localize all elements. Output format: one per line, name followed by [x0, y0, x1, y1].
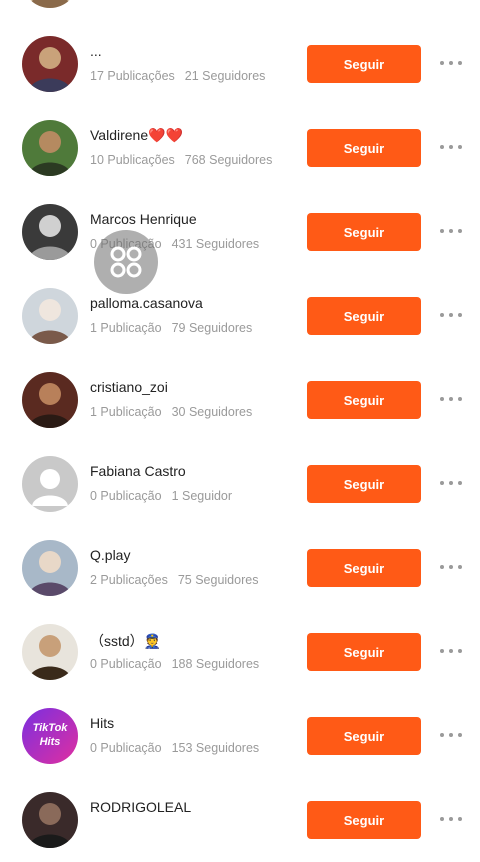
follow-button[interactable]: Seguir [307, 213, 421, 251]
follow-button[interactable]: Seguir [307, 129, 421, 167]
post-count: 2 Publicações [90, 573, 168, 587]
follower-count: 188 Seguidores [171, 657, 260, 671]
post-count: 1 Publicação [90, 321, 162, 335]
user-stats: 0 Publicação 153 Seguidores [90, 741, 259, 755]
user-row[interactable]: Fabiana Castro 0 Publicação 1 Seguidor Segu… [0, 442, 480, 526]
user-row[interactable]: palloma.casanova 1 Publicação 79 Seguidore… [0, 274, 480, 358]
user-stats: 17 Publicações 21 Seguidores [90, 69, 265, 83]
follow-button[interactable]: Seguir [307, 381, 421, 419]
user-stats: 2 Publicações 75 Seguidores [90, 573, 258, 587]
follow-button[interactable]: Seguir [307, 297, 421, 335]
avatar[interactable]: TikTok Hits [22, 708, 78, 764]
follow-button[interactable]: Seguir [307, 465, 421, 503]
post-count: 0 Publicação [90, 741, 162, 755]
user-name[interactable]: （sstd）👮 [90, 631, 161, 651]
avatar[interactable] [22, 288, 78, 344]
more-options-icon[interactable] [440, 225, 462, 237]
more-options-icon[interactable] [440, 561, 462, 573]
more-options-icon[interactable] [440, 309, 462, 321]
user-stats: 1 Publicação 79 Seguidores [90, 321, 252, 335]
user-row[interactable]: Q.play 2 Publicações 75 Seguidores Seguir [0, 526, 480, 610]
avatar[interactable] [22, 0, 78, 8]
user-row[interactable]: Valdirene❤️❤️ 10 Publicações 768 Seguidore… [0, 106, 480, 190]
follow-button[interactable]: Seguir [307, 45, 421, 83]
user-row[interactable]: TikTok Hits Hits 0 Publicação 153 Seguidore… [0, 694, 480, 778]
user-row[interactable]: Marcia Santos0 Publicação165 SeguidoresS… [0, 0, 480, 22]
follower-count: 1 Seguidor [171, 489, 233, 503]
avatar[interactable] [22, 456, 78, 512]
user-row[interactable]: Marcos Henrique0 Publicação431 Seguidore… [0, 190, 480, 274]
more-options-icon[interactable] [440, 813, 462, 825]
more-options-icon[interactable] [440, 477, 462, 489]
user-stats: 1 Publicação 30 Seguidores [90, 405, 252, 419]
user-row[interactable]: ... 17 Publicações 21 Seguidores Seguir [0, 22, 480, 106]
follower-count: 431 Seguidores [171, 237, 260, 251]
follower-count: 153 Seguidores [171, 741, 260, 755]
user-row[interactable]: RODRIGOLEAL Seguir [0, 778, 480, 862]
user-list: Marcia Santos0 Publicação165 SeguidoresS… [0, 0, 480, 862]
user-name[interactable]: palloma.casanova [90, 295, 203, 311]
user-name[interactable]: ... [90, 43, 102, 59]
user-name[interactable]: Valdirene❤️❤️ [90, 127, 183, 144]
avatar[interactable] [22, 120, 78, 176]
floating-assistant-button[interactable] [94, 230, 158, 294]
post-count: 0 Publicação [90, 657, 162, 671]
follow-button[interactable]: Seguir [307, 801, 421, 839]
more-options-icon[interactable] [440, 57, 462, 69]
avatar-logo-text: TikTok Hits [32, 722, 68, 748]
more-options-icon[interactable] [440, 141, 462, 153]
user-stats: 0 Publicação 188 Seguidores [90, 657, 259, 671]
avatar[interactable] [22, 540, 78, 596]
user-name[interactable]: Fabiana Castro [90, 463, 186, 479]
user-stats: 0 Publicação 1 Seguidor [90, 489, 232, 503]
floating-assistant-icon [110, 246, 142, 278]
follow-button[interactable]: Seguir [307, 717, 421, 755]
follower-count: 768 Seguidores [184, 153, 273, 167]
avatar[interactable] [22, 372, 78, 428]
post-count: 0 Publicação [90, 489, 162, 503]
user-name[interactable]: RODRIGOLEAL [90, 799, 191, 815]
post-count: 17 Publicações [90, 69, 175, 83]
user-row[interactable]: （sstd）👮 0 Publicação 188 Seguidores Seguir [0, 610, 480, 694]
more-options-icon[interactable] [440, 393, 462, 405]
avatar[interactable] [22, 792, 78, 848]
user-row[interactable]: cristiano_zoi 1 Publicação 30 Seguidores Se… [0, 358, 480, 442]
follower-count: 79 Seguidores [171, 321, 253, 335]
follow-button[interactable]: Seguir [307, 549, 421, 587]
user-name[interactable]: cristiano_zoi [90, 379, 168, 395]
user-name[interactable]: Q.play [90, 547, 130, 563]
user-name[interactable]: Hits [90, 715, 114, 731]
follower-count: 30 Seguidores [171, 405, 253, 419]
avatar[interactable] [22, 204, 78, 260]
more-options-icon[interactable] [440, 645, 462, 657]
follow-button[interactable]: Seguir [307, 633, 421, 671]
post-count: 1 Publicação [90, 405, 162, 419]
follower-count: 21 Seguidores [184, 69, 266, 83]
more-options-icon[interactable] [440, 729, 462, 741]
avatar[interactable] [22, 36, 78, 92]
avatar[interactable] [22, 624, 78, 680]
post-count: 10 Publicações [90, 153, 175, 167]
user-stats: 10 Publicações 768 Seguidores [90, 153, 272, 167]
user-name[interactable]: Marcos Henrique [90, 211, 197, 227]
follower-count: 75 Seguidores [177, 573, 259, 587]
